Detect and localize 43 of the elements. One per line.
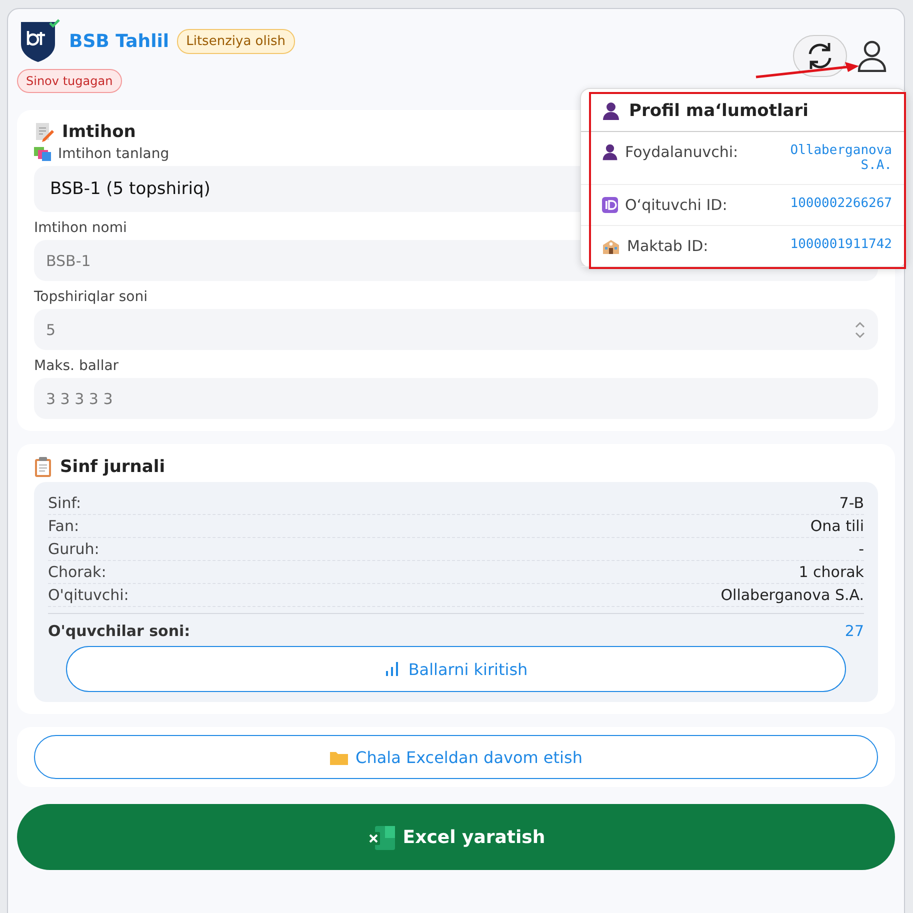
license-badge[interactable]: Litsenziya olish <box>177 28 294 54</box>
user-icon <box>857 40 887 72</box>
continue-button[interactable]: Chala Exceldan davom etish <box>34 735 878 779</box>
field-label: Imtihon nomi <box>34 220 128 236</box>
info-label: Sinf: <box>48 494 81 512</box>
excel-button[interactable]: Excel yaratish <box>17 804 895 870</box>
info-value: 7-B <box>839 494 864 512</box>
clipboard-icon <box>34 456 52 478</box>
enter-scores-button[interactable]: Ballarni kiritish <box>66 646 846 692</box>
info-label: Fan: <box>48 517 80 535</box>
students-label: O'quvchilar soni: <box>48 622 190 640</box>
journal-title: Sinf jurnali <box>60 457 166 477</box>
person-icon <box>601 101 621 121</box>
field-label: Topshiriqlar soni <box>34 289 149 305</box>
students-count: 27 <box>844 622 864 640</box>
profile-label: Foydalanuvchi: <box>625 143 738 161</box>
bar-chart-icon <box>384 661 400 677</box>
app-name: BSB Tahlil <box>69 30 170 52</box>
spreadsheet-icon <box>366 826 395 850</box>
folder-icon <box>330 750 348 764</box>
books-icon <box>34 146 52 162</box>
info-value: 1 chorak <box>798 563 864 581</box>
school-icon <box>601 237 621 255</box>
info-label: Guruh: <box>48 540 100 558</box>
info-value: Ollaberganova S.A. <box>720 586 864 604</box>
input-field[interactable]: 5 <box>34 309 878 350</box>
profile-button[interactable] <box>857 40 887 72</box>
profile-label: Oʻqituvchi ID: <box>625 196 728 214</box>
profile-label: Maktab ID: <box>627 237 708 255</box>
person-icon <box>601 143 619 161</box>
input-field[interactable]: 3 3 3 3 3 <box>34 378 878 419</box>
info-value: - <box>858 540 864 558</box>
info-label: O'qituvchi: <box>48 586 129 604</box>
trial-badge: Sinov tugagan <box>17 69 122 93</box>
info-label: Chorak: <box>48 563 106 581</box>
refresh-button[interactable] <box>793 35 847 77</box>
memo-icon <box>34 122 54 142</box>
field-label: Maks. ballar <box>34 358 120 374</box>
exam-title: Imtihon <box>62 122 136 142</box>
popup-title: Profil maʻlumotlari <box>629 101 808 121</box>
info-value: Ona tili <box>810 517 864 535</box>
select-label: Imtihon tanlang <box>58 146 170 162</box>
id-icon <box>601 196 619 214</box>
